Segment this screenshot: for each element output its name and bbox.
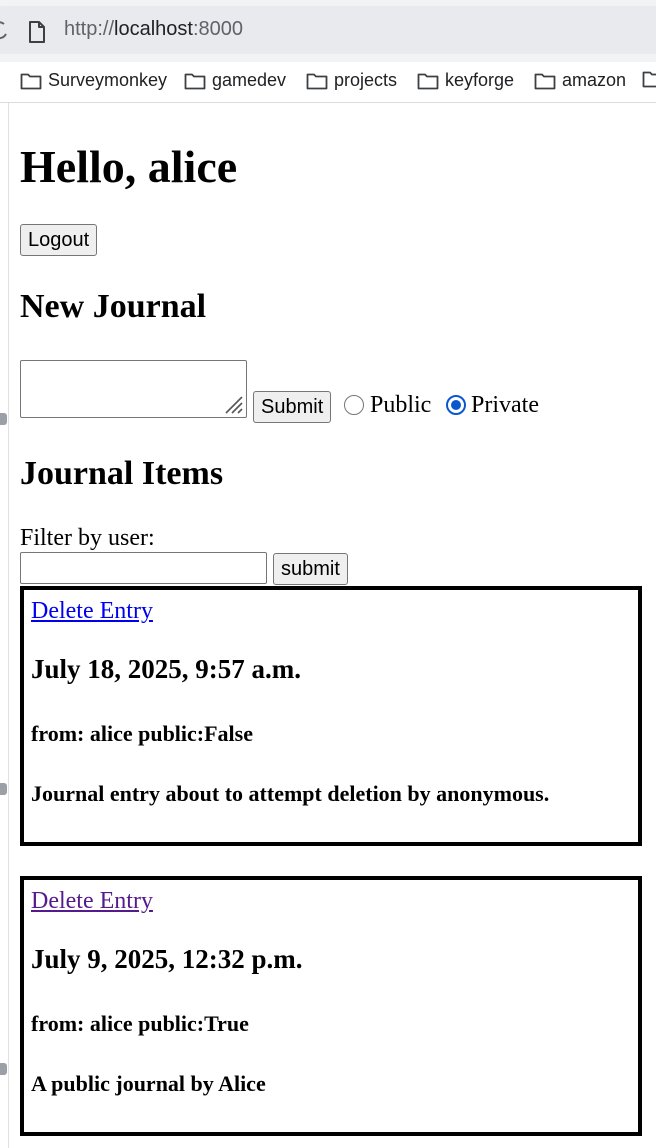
greeting-heading: Hello, alice (20, 141, 238, 192)
private-radio-label: Private (471, 392, 539, 418)
new-journal-heading: New Journal (20, 288, 207, 325)
folder-icon (417, 73, 439, 89)
journal-entry: Delete Entry July 18, 2025, 9:57 a.m. fr… (20, 586, 642, 846)
journal-text-input[interactable] (20, 360, 247, 418)
folder-icon (642, 71, 656, 88)
entry-meta: from: alice public:False (31, 721, 253, 746)
bookmarks-bar: Surveymonkey gamedev projects keyforge a… (0, 62, 656, 103)
entry-text: Journal entry about to attempt deletion … (31, 781, 550, 806)
bookmark-keyforge[interactable]: keyforge (417, 70, 514, 91)
page-info-icon[interactable] (27, 20, 47, 49)
public-radio-label: Public (370, 392, 432, 418)
folder-icon (20, 73, 42, 89)
entry-text: A public journal by Alice (31, 1071, 266, 1096)
rail-marker (0, 783, 7, 795)
bookmark-label: Surveymonkey (48, 70, 168, 90)
entry-date: July 18, 2025, 9:57 a.m. (31, 654, 301, 684)
journal-entry: Delete Entry July 9, 2025, 12:32 p.m. fr… (20, 876, 642, 1136)
bookmark-amazon[interactable]: amazon (534, 70, 626, 91)
rail-marker (0, 413, 7, 425)
bookmark-surveymonkey[interactable]: Surveymonkey (20, 70, 167, 91)
url-text[interactable]: http://localhost:8000 (64, 18, 243, 41)
url-host: localhost (114, 18, 193, 40)
bookmark-label: gamedev (212, 70, 287, 90)
url-port: :8000 (192, 18, 244, 40)
delete-entry-link[interactable]: Delete Entry (31, 888, 153, 915)
bookmark-gamedev[interactable]: gamedev (184, 70, 286, 91)
entry-meta: from: alice public:True (31, 1011, 249, 1036)
bookmark-label: amazon (562, 70, 627, 90)
journal-submit-button[interactable]: Submit (253, 391, 332, 423)
bookmark-overflow[interactable] (642, 70, 656, 88)
resize-grip-icon[interactable] (222, 393, 244, 415)
entry-date: July 9, 2025, 12:32 p.m. (31, 944, 303, 974)
reload-icon[interactable] (0, 20, 10, 47)
bookmark-label: keyforge (445, 70, 515, 90)
side-panel-edge (0, 103, 9, 1148)
public-radio[interactable] (344, 395, 364, 415)
folder-icon (184, 73, 206, 89)
journal-items-heading: Journal Items (20, 455, 224, 492)
address-bar: http://localhost:8000 (0, 0, 656, 62)
filter-user-input[interactable] (20, 552, 267, 584)
folder-icon (306, 73, 328, 89)
rail-marker (0, 1063, 7, 1075)
bookmark-label: projects (334, 70, 398, 90)
filter-label: Filter by user: (20, 525, 155, 551)
url-scheme: http:// (64, 18, 115, 40)
private-radio[interactable] (446, 395, 466, 415)
bookmark-projects[interactable]: projects (306, 70, 397, 91)
filter-submit-button[interactable]: submit (273, 553, 348, 585)
folder-icon (534, 73, 556, 89)
delete-entry-link[interactable]: Delete Entry (31, 598, 153, 625)
logout-button[interactable]: Logout (20, 224, 98, 256)
